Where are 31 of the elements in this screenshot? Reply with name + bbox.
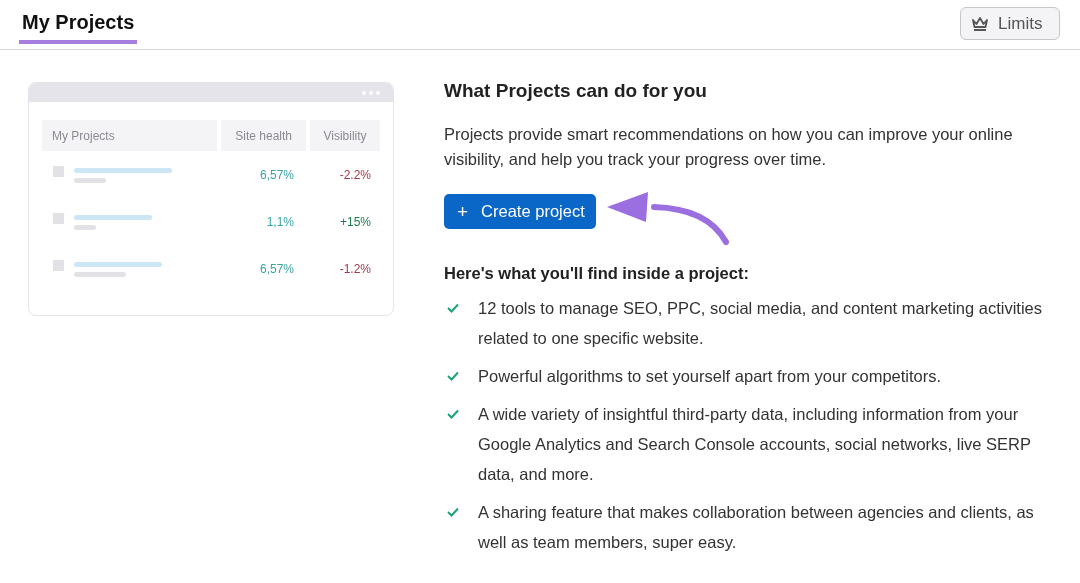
visibility-value: +15% <box>338 214 371 229</box>
dots-icon <box>361 89 381 96</box>
check-icon <box>447 507 459 517</box>
check-icon <box>447 303 459 313</box>
site-health-value: 6,57% <box>258 167 294 182</box>
feature-text: A sharing feature that makes collaboration between agencies and clients, as well as team members, super easy. <box>478 502 1035 553</box>
site-health-value: 1,1% <box>265 214 294 229</box>
create-project-button[interactable]: + Create project <box>444 194 596 229</box>
site-health-value: 6,57% <box>258 261 294 276</box>
feature-text: A wide variety of insightful third-party data, including information from your Google Analytics and Search Console accounts, social networks, live SERP data, and more. <box>478 404 1032 485</box>
limits-button[interactable]: Limits <box>960 7 1060 40</box>
visibility-value: -2.2% <box>338 167 371 182</box>
check-icon <box>447 371 459 381</box>
tab[interactable]: My Projects <box>19 11 138 44</box>
column-header: Visibility <box>309 120 380 151</box>
check-icon <box>447 409 459 419</box>
section-title: What Projects can do for you <box>444 79 708 103</box>
checkbox-square <box>53 260 64 271</box>
feature-text: 12 tools to manage SEO, PPC, social media, and content marketing activities related to one specific website. <box>478 298 1044 349</box>
description-text: Projects provide smart recommendations on how you can improve your online visibility, and help you track your progress over time. <box>444 124 1014 170</box>
list-title: Here's what you'll find inside a project: <box>444 264 750 283</box>
visibility-value: -1.2% <box>338 261 371 276</box>
feature-text: Powerful algorithms to set yourself apart from your competitors. <box>478 366 943 387</box>
column-header: Site health <box>221 120 306 151</box>
placeholder-bar <box>74 225 96 230</box>
project-column-header: My Projects <box>42 120 218 151</box>
placeholder-bar <box>74 178 106 183</box>
crown-icon <box>971 15 989 32</box>
placeholder-bar <box>74 272 126 277</box>
checkbox-square <box>53 213 64 224</box>
checkbox-square <box>53 166 64 177</box>
